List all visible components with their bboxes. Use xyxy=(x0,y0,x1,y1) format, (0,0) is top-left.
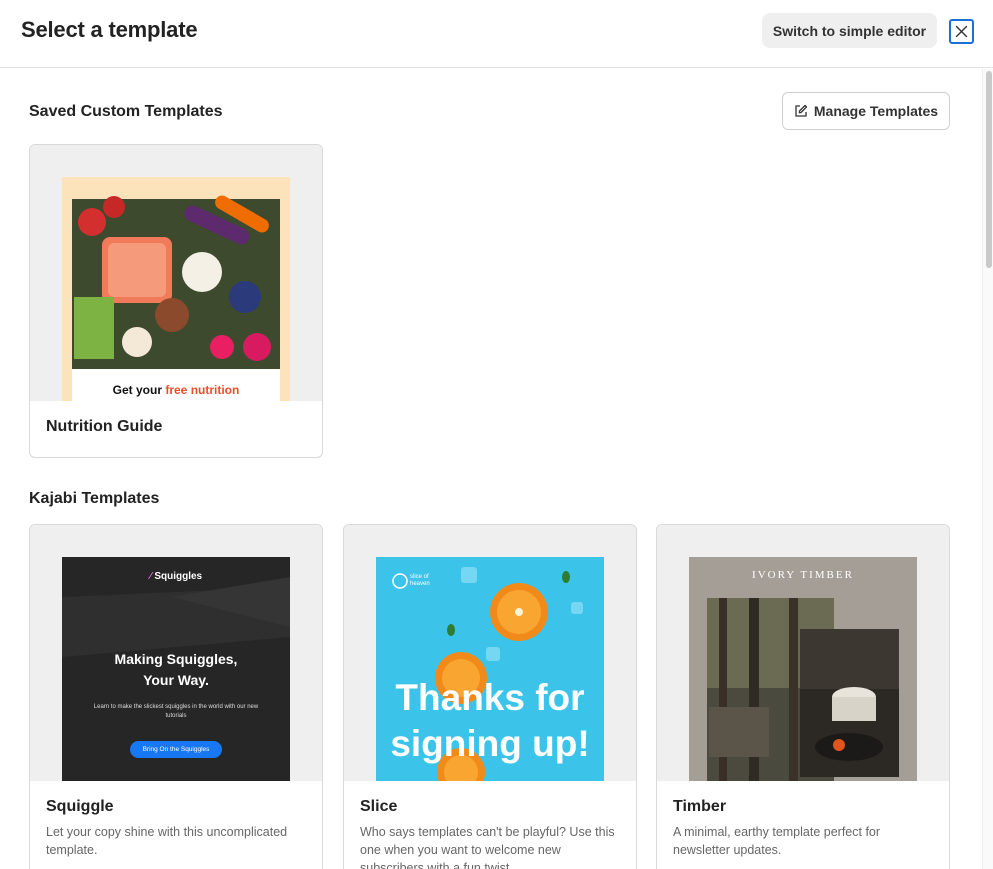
squiggle-preview: ⁄ Squiggles Making Squiggles, Your Way. … xyxy=(62,557,290,781)
template-name: Squiggle xyxy=(46,798,114,815)
template-thumbnail: IVORY TIMBER xyxy=(657,525,949,781)
manage-templates-label: Manage Templates xyxy=(813,103,939,119)
template-description: Who says templates can't be playful? Use… xyxy=(360,825,615,869)
forest-photo xyxy=(707,598,899,781)
modal-header: Select a template Switch to simple edito… xyxy=(0,0,993,68)
template-thumbnail: ⁄ Squiggles Making Squiggles, Your Way. … xyxy=(30,525,322,781)
nutrition-preview: Get your free nutrition xyxy=(62,177,290,401)
preview-brand-2: heaven xyxy=(410,581,430,587)
template-card-nutrition-guide[interactable]: Get your free nutrition Nutrition Guide xyxy=(29,144,323,458)
template-name: Nutrition Guide xyxy=(46,418,163,435)
preview-text-highlight: free nutrition xyxy=(165,383,240,397)
template-thumbnail: slice of heaven Thanks for signing up! xyxy=(344,525,636,781)
close-button[interactable] xyxy=(949,19,974,44)
manage-templates-button[interactable]: Manage Templates xyxy=(782,92,950,130)
template-name: Timber xyxy=(673,798,727,815)
preview-brand-1: slice of xyxy=(410,574,429,580)
timber-preview: IVORY TIMBER xyxy=(689,557,917,781)
preview-brand: Squiggles xyxy=(154,571,203,582)
template-thumbnail: Get your free nutrition xyxy=(30,145,322,401)
scrollbar[interactable] xyxy=(982,69,993,869)
template-card-timber[interactable]: IVORY TIMBER Timber A minimal, earthy te… xyxy=(656,524,950,869)
vegetables-image xyxy=(72,195,280,401)
template-description: Let your copy shine with this uncomplica… xyxy=(46,825,288,857)
saved-templates-heading: Saved Custom Templates xyxy=(29,103,223,120)
template-name: Slice xyxy=(360,798,398,815)
page-title: Select a template xyxy=(21,17,198,42)
preview-cta: Bring On the Squiggles xyxy=(130,741,222,758)
preview-headline-1: Making Squiggles, xyxy=(114,651,238,667)
template-list: Saved Custom Templates Manage Templates xyxy=(0,69,993,869)
slice-preview: slice of heaven Thanks for signing up! xyxy=(376,557,604,781)
preview-body: Learn to make the slickest squiggles in … xyxy=(93,704,259,719)
scrollbar-thumb[interactable] xyxy=(986,71,992,268)
edit-icon xyxy=(795,104,808,117)
close-icon xyxy=(955,25,968,38)
preview-text: Get your xyxy=(112,383,166,397)
template-description: A minimal, earthy template perfect for n… xyxy=(673,825,881,857)
kajabi-templates-heading: Kajabi Templates xyxy=(29,490,160,507)
template-card-squiggle[interactable]: ⁄ Squiggles Making Squiggles, Your Way. … xyxy=(29,524,323,869)
preview-headline-1: Thanks for xyxy=(395,677,585,718)
preview-headline-2: Your Way. xyxy=(143,672,209,688)
switch-to-simple-editor-button[interactable]: Switch to simple editor xyxy=(762,13,937,48)
preview-headline-2: signing up! xyxy=(390,723,590,764)
template-card-slice[interactable]: slice of heaven Thanks for signing up! S… xyxy=(343,524,637,869)
